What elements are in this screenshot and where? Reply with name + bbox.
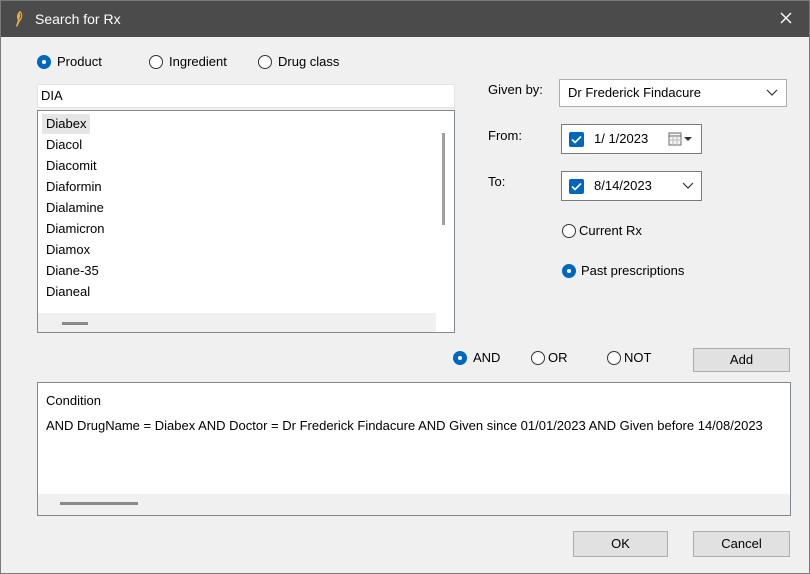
radio-not-indicator[interactable] <box>607 350 621 365</box>
condition-panel[interactable]: Condition AND DrugName = Diabex AND Doct… <box>37 382 791 516</box>
radio-product-indicator[interactable] <box>37 54 51 69</box>
to-date-picker[interactable]: 8/14/2023 <box>561 171 702 201</box>
list-item[interactable]: Diamicron <box>46 219 105 239</box>
results-list[interactable]: Diabex Diacol Diacomit Diaformin Dialami… <box>37 110 455 333</box>
from-checkbox[interactable] <box>569 132 584 147</box>
radio-ingredient-label: Ingredient <box>169 54 227 69</box>
radio-ingredient-indicator[interactable] <box>149 54 163 69</box>
chevron-down-icon <box>766 89 778 96</box>
radio-product-label: Product <box>57 54 102 69</box>
vertical-scrollbar-thumb[interactable] <box>442 133 445 225</box>
radio-or[interactable]: OR <box>531 350 568 365</box>
radio-drug-class[interactable]: Drug class <box>258 54 339 69</box>
chevron-down-icon[interactable] <box>682 180 694 192</box>
to-checkbox[interactable] <box>569 179 584 194</box>
ok-button[interactable]: OK <box>573 531 668 557</box>
window-title: Search for Rx <box>35 11 121 27</box>
radio-drug-class-label: Drug class <box>278 54 340 69</box>
from-date-value: 1/ 1/2023 <box>594 131 649 146</box>
to-label: To: <box>488 174 506 189</box>
radio-product[interactable]: Product <box>37 54 102 69</box>
list-item[interactable]: Diacomit <box>46 156 97 176</box>
radio-and[interactable]: AND <box>453 350 500 365</box>
list-item[interactable]: Diaformin <box>46 177 102 197</box>
add-button[interactable]: Add <box>693 348 790 372</box>
check-icon <box>571 182 582 191</box>
radio-or-label: OR <box>548 350 568 365</box>
calendar-dropdown-icon[interactable] <box>668 132 696 146</box>
given-by-label: Given by: <box>488 82 543 97</box>
list-item[interactable]: Diacol <box>46 135 82 155</box>
horizontal-scrollbar[interactable] <box>38 313 436 332</box>
list-item[interactable]: Diabex <box>42 114 91 134</box>
radio-ingredient[interactable]: Ingredient <box>149 54 227 69</box>
condition-header: Condition <box>46 393 101 408</box>
to-date-value: 8/14/2023 <box>594 178 652 193</box>
list-item[interactable]: Dianeal <box>46 282 90 302</box>
radio-current-rx[interactable]: Current Rx <box>562 223 642 238</box>
given-by-dropdown[interactable]: Dr Frederick Findacure <box>559 79 787 107</box>
list-item[interactable]: Dialamine <box>46 198 104 218</box>
from-date-picker[interactable]: 1/ 1/2023 <box>561 124 702 154</box>
horizontal-scrollbar-thumb[interactable] <box>60 502 138 505</box>
from-label: From: <box>488 128 522 143</box>
radio-drug-class-indicator[interactable] <box>258 54 272 69</box>
horizontal-scrollbar-thumb[interactable] <box>62 322 88 325</box>
radio-or-indicator[interactable] <box>531 350 545 365</box>
radio-not[interactable]: NOT <box>607 350 651 365</box>
radio-past-prescriptions-label: Past prescriptions <box>581 263 685 278</box>
search-input[interactable]: DIA <box>37 84 455 108</box>
check-icon <box>571 135 582 144</box>
list-item[interactable]: Diamox <box>46 240 90 260</box>
app-logo-icon <box>16 11 23 27</box>
condition-text: AND DrugName = Diabex AND Doctor = Dr Fr… <box>46 418 763 433</box>
radio-past-prescriptions[interactable]: Past prescriptions <box>562 263 684 278</box>
radio-and-indicator[interactable] <box>453 350 467 365</box>
radio-not-label: NOT <box>624 350 652 365</box>
cancel-button[interactable]: Cancel <box>693 531 790 557</box>
radio-past-prescriptions-indicator[interactable] <box>562 263 576 278</box>
search-input-value: DIA <box>41 88 63 103</box>
search-for-rx-dialog: Search for Rx Product Ingredient Drug cl… <box>0 0 810 574</box>
radio-and-label: AND <box>473 350 501 365</box>
close-icon[interactable] <box>773 7 799 31</box>
radio-current-rx-indicator[interactable] <box>562 223 576 238</box>
given-by-value: Dr Frederick Findacure <box>568 85 701 100</box>
title-bar: Search for Rx <box>1 1 809 37</box>
horizontal-scrollbar[interactable] <box>38 494 790 515</box>
radio-current-rx-label: Current Rx <box>579 223 642 238</box>
list-item[interactable]: Diane-35 <box>46 261 99 281</box>
